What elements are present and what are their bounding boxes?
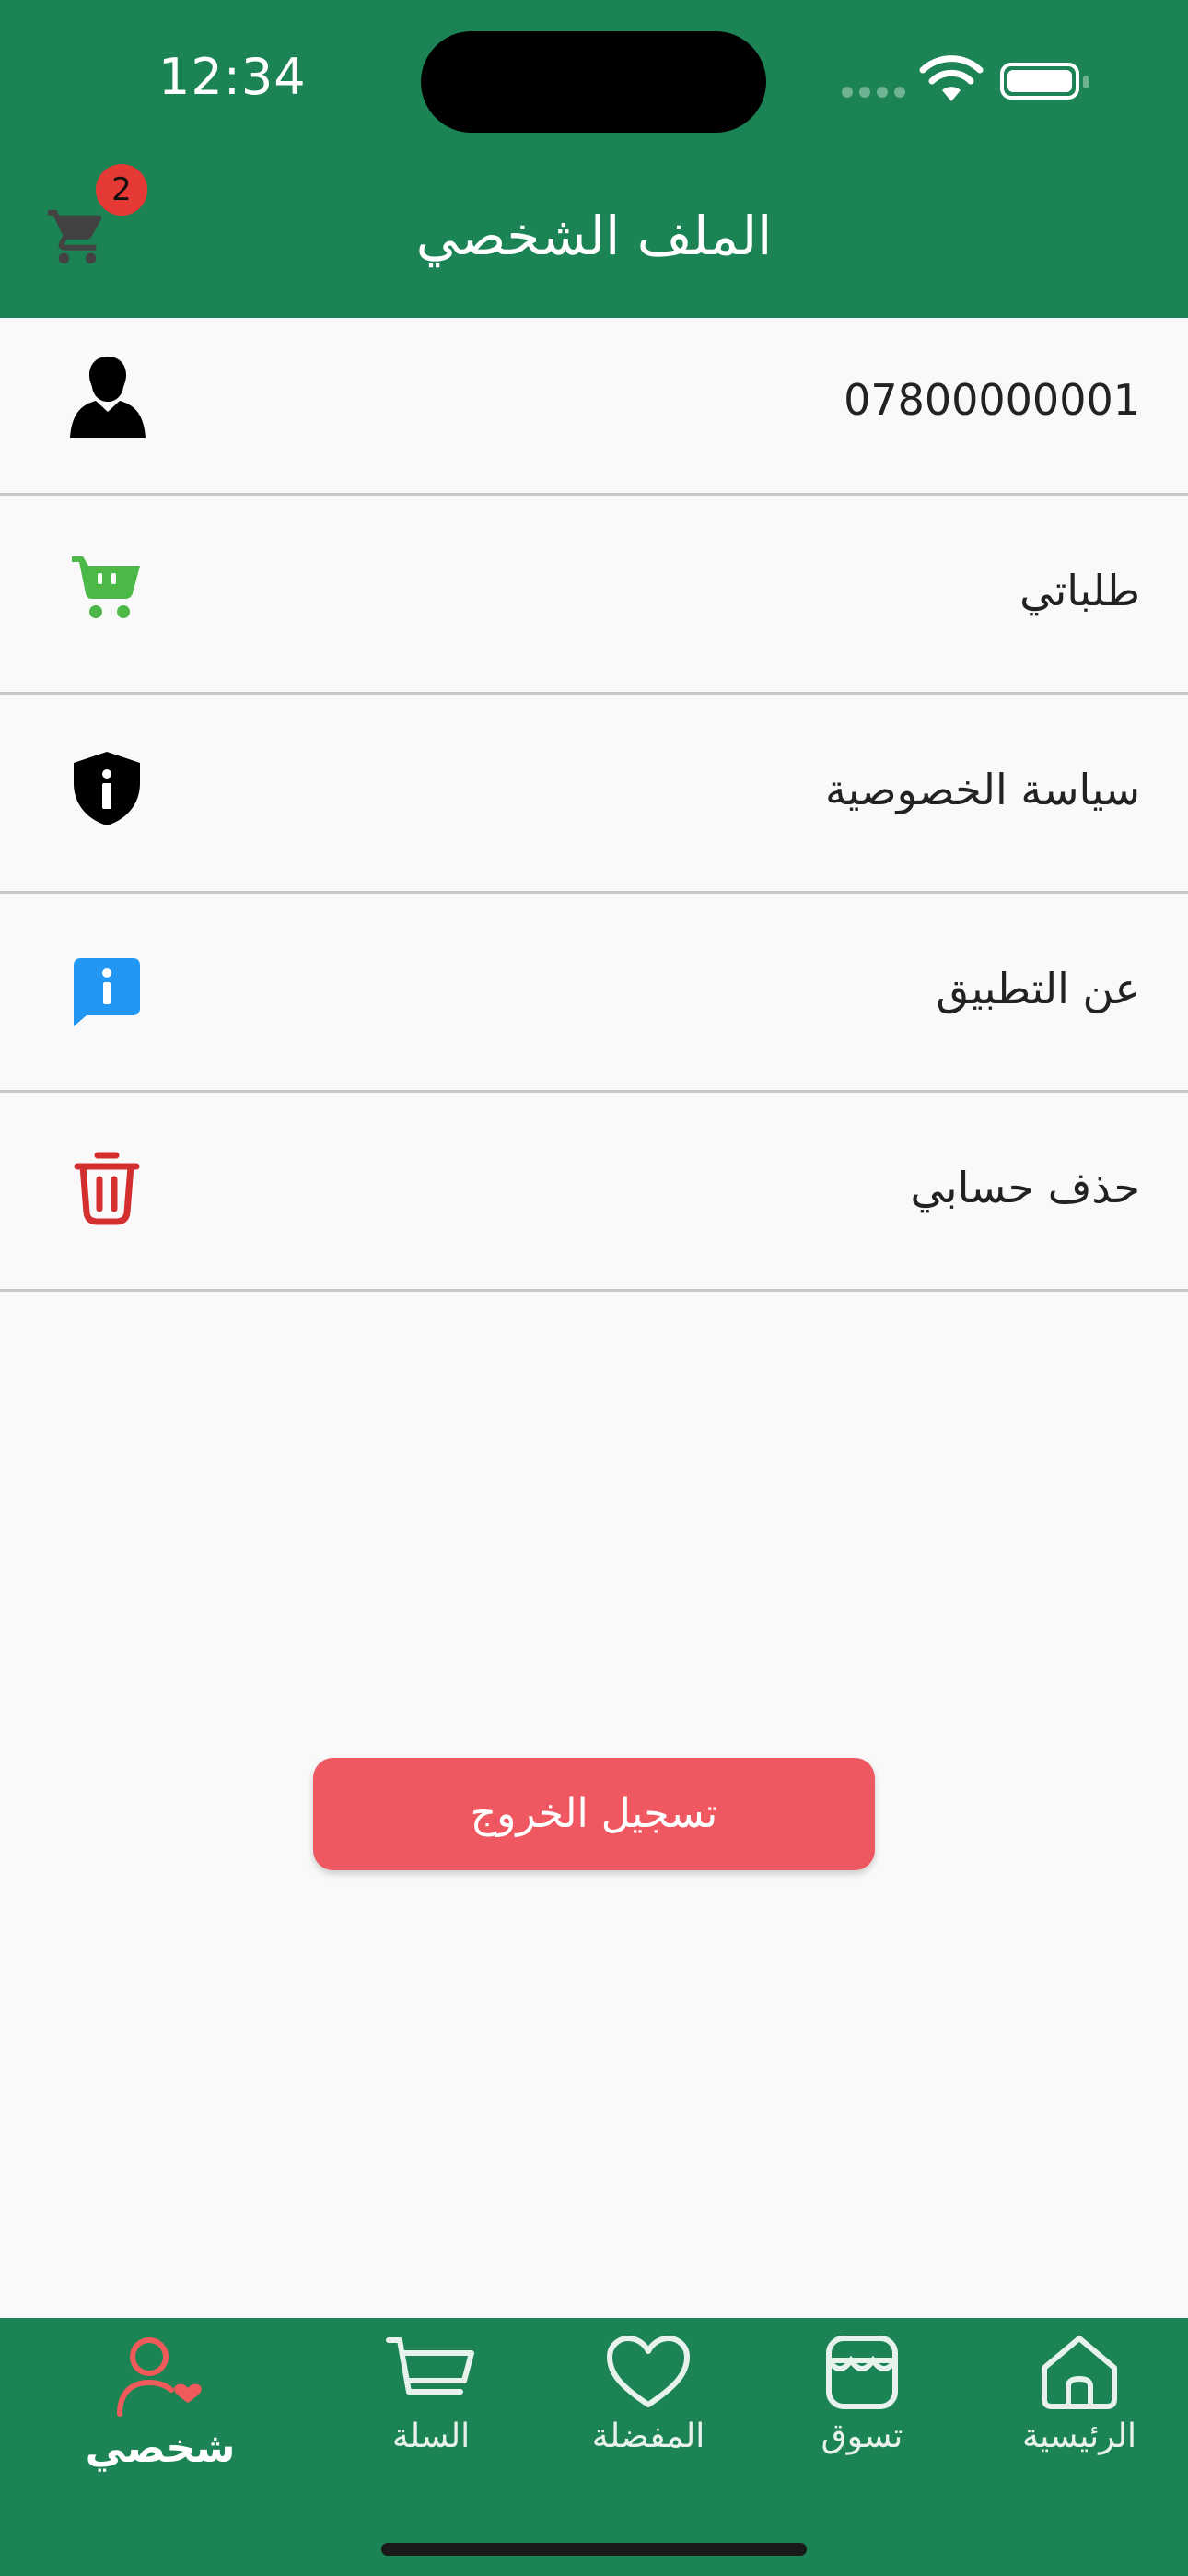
menu-item-label: سياسة الخصوصية	[824, 765, 1140, 814]
cart-count-badge: 2	[96, 164, 147, 216]
page-title: الملف الشخصي	[415, 205, 773, 267]
menu-item-about-app[interactable]: عن التطبيق	[0, 894, 1188, 1093]
battery-icon	[1000, 63, 1089, 100]
menu-item-my-orders[interactable]: طلباتي	[0, 496, 1188, 695]
cellular-signal-icon	[842, 87, 905, 98]
status-time: 12:34	[158, 48, 307, 106]
menu-item-delete-account[interactable]: حذف حسابي	[0, 1093, 1188, 1292]
profile-heart-icon	[117, 2337, 202, 2417]
nav-item-cart[interactable]: السلة	[339, 2335, 523, 2455]
heart-icon	[607, 2336, 690, 2407]
cart-icon-button[interactable]	[44, 205, 111, 269]
nav-item-profile[interactable]: شخصي	[68, 2335, 252, 2472]
nav-label: السلة	[391, 2418, 471, 2455]
menu-item-label: طلباتي	[1019, 566, 1140, 615]
user-icon	[70, 357, 146, 438]
basket-icon	[386, 2337, 474, 2395]
logout-button[interactable]: تسجيل الخروج	[313, 1758, 875, 1870]
home-indicator	[381, 2543, 807, 2556]
wifi-icon	[919, 55, 984, 101]
nav-item-shop[interactable]: تسوق	[770, 2335, 954, 2455]
nav-label: تسوق	[821, 2418, 903, 2455]
menu-item-privacy-policy[interactable]: سياسة الخصوصية	[0, 695, 1188, 894]
menu-item-label: عن التطبيق	[936, 964, 1140, 1013]
shield-info-icon	[74, 752, 140, 825]
info-chat-icon	[74, 958, 140, 1026]
store-icon	[826, 2336, 898, 2409]
menu-item-label: 07800000001	[844, 375, 1140, 425]
nav-label: المفضلة	[591, 2418, 705, 2455]
home-icon	[1042, 2336, 1117, 2409]
profile-screen: 12:34 الملف الشخصي 2 07800000001 طلباتي	[0, 0, 1188, 2576]
menu-item-phone[interactable]: 07800000001	[0, 318, 1188, 496]
nav-label: الرئيسية	[1022, 2418, 1136, 2455]
bottom-navigation: شخصي السلة المفضلة تسوق الرئيسية	[0, 2318, 1188, 2576]
menu-item-label: حذف حسابي	[910, 1163, 1140, 1212]
nav-item-favorites[interactable]: المفضلة	[556, 2335, 740, 2455]
shopping-cart-icon	[72, 556, 140, 618]
profile-menu: 07800000001 طلباتي سياسة الخصوصية عن الت…	[0, 318, 1188, 1292]
app-bar: 12:34 الملف الشخصي 2	[0, 0, 1188, 318]
nav-label: شخصي	[85, 2425, 236, 2472]
dynamic-island	[421, 31, 766, 133]
nav-item-home[interactable]: الرئيسية	[987, 2335, 1171, 2455]
trash-icon	[74, 1152, 140, 1225]
